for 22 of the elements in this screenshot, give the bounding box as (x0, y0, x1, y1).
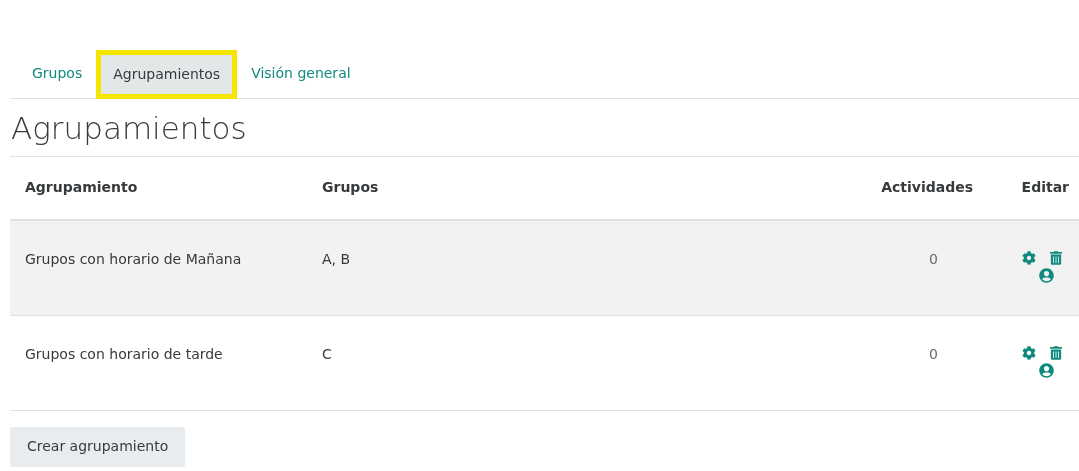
table-cell-text: Grupos con horario de Mañana (24, 249, 243, 269)
page-title: Agrupamientos (10, 109, 247, 148)
settings-icon[interactable] (1022, 250, 1036, 265)
table-cell-text: A, B (321, 249, 352, 269)
tab[interactable]: Visión general (239, 49, 363, 98)
trash-icon[interactable] (1050, 250, 1062, 265)
user-icon[interactable] (1039, 267, 1054, 283)
create-grouping-button[interactable]: Crear agrupamiento (10, 426, 186, 467)
table-cell-text: Grupos con horario de tarde (24, 344, 224, 364)
settings-icon[interactable] (1022, 345, 1036, 360)
column-header: Agrupamiento (24, 178, 139, 197)
table-cell-text: 0 (928, 344, 939, 364)
tab[interactable]: Grupos (20, 49, 95, 98)
table-row[interactable]: Grupos con horario de Mañana A, B 0 (10, 220, 1079, 316)
column-header: Grupos (321, 178, 380, 197)
tab[interactable]: Agrupamientos (96, 50, 238, 99)
table-cell-text: 0 (928, 249, 939, 269)
trash-icon[interactable] (1050, 345, 1062, 360)
table-cell-text: C (321, 344, 333, 364)
column-header: Editar (1020, 178, 1070, 197)
column-header: Actividades (880, 178, 974, 197)
user-icon[interactable] (1039, 362, 1054, 378)
